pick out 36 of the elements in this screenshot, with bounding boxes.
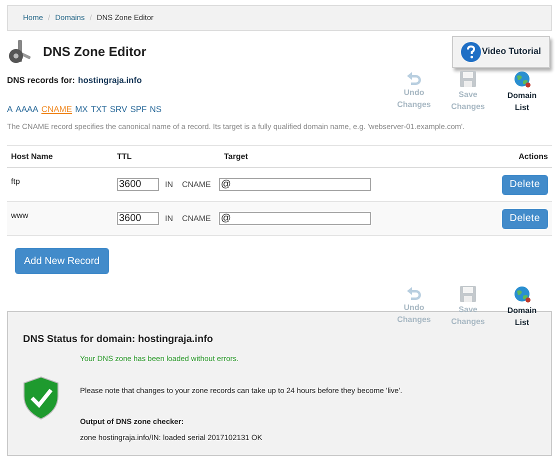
column-header: Target bbox=[224, 146, 468, 168]
ttl-field[interactable]: 3600 bbox=[117, 178, 159, 192]
column-header: TTL bbox=[117, 146, 224, 168]
record-type-link[interactable]: A bbox=[7, 102, 13, 116]
records-label: DNS records for: bbox=[7, 74, 76, 87]
record-type: CNAME bbox=[182, 178, 211, 191]
delete-button[interactable]: Delete bbox=[502, 208, 548, 229]
record-type: CNAME bbox=[182, 212, 211, 225]
record-class: IN bbox=[165, 212, 173, 225]
domain-name: hostingraja.info bbox=[78, 74, 142, 87]
toolbar-button[interactable]: Domain List bbox=[500, 71, 544, 114]
record-type-link[interactable]: NS bbox=[150, 102, 162, 116]
column-header: Host Name bbox=[7, 146, 117, 168]
globe-icon bbox=[514, 286, 530, 304]
record-type-link[interactable]: SPF bbox=[130, 102, 147, 116]
record-class: IN bbox=[165, 178, 173, 191]
record-type-link[interactable]: TXT bbox=[90, 102, 107, 116]
record-type-link[interactable]: SRV bbox=[110, 102, 128, 116]
target-field[interactable]: @ bbox=[218, 178, 371, 192]
delete-button[interactable]: Delete bbox=[502, 174, 548, 195]
page-title: DNS Zone Editor bbox=[43, 43, 146, 62]
column-header: Actions bbox=[468, 146, 552, 168]
table-cell: www bbox=[11, 211, 28, 220]
shield-check-icon bbox=[23, 376, 59, 420]
record-type-link[interactable]: MX bbox=[75, 102, 88, 116]
target-field[interactable]: @ bbox=[218, 212, 371, 226]
undo-icon bbox=[406, 286, 422, 300]
video-tutorial-button[interactable]: Video Tutorial bbox=[452, 36, 550, 68]
ttl-field[interactable]: 3600 bbox=[117, 212, 159, 226]
question-icon bbox=[460, 42, 481, 62]
status-title: DNS Status for domain: hostingraja.info bbox=[23, 333, 214, 348]
globe-icon bbox=[514, 71, 530, 88]
table-cell: ftp bbox=[11, 177, 20, 186]
record-type-link[interactable]: AAAA bbox=[16, 102, 38, 116]
add-record-button[interactable]: Add New Record bbox=[15, 248, 109, 274]
undo-icon bbox=[406, 71, 422, 85]
